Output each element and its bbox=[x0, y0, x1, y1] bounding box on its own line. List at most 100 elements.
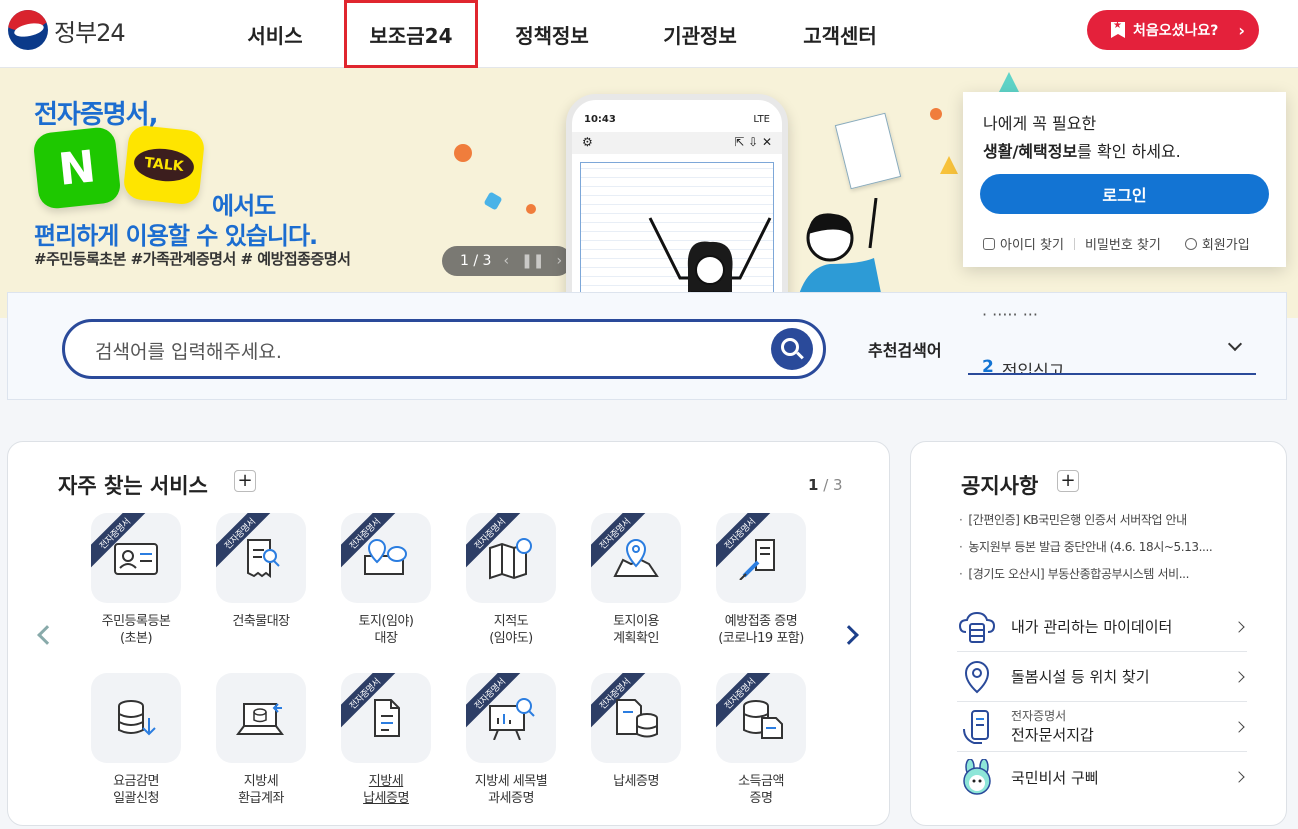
map-compass-icon bbox=[489, 538, 532, 580]
search-section: 검색어를 입력해주세요. 추천검색어 · ····· ··· 2 전입신고 bbox=[7, 292, 1287, 400]
service-tile: 전자증명서 bbox=[591, 513, 681, 603]
service-label: 예방접종 증명 (코로나19 포함) bbox=[718, 614, 804, 646]
floating-certificate-image bbox=[834, 112, 902, 190]
banner-tags: #주민등록초본 #가족관계증명서 # 예방접종증명서 bbox=[34, 250, 351, 268]
notice-item[interactable]: 농지원부 등본 발급 중단안내 (4.6. 18시~5.13.... bbox=[959, 537, 1259, 564]
deco-dot bbox=[454, 144, 472, 162]
phone-status-bar: 10:43 LTE bbox=[584, 114, 770, 125]
nav-agency[interactable]: 기관정보 bbox=[622, 0, 778, 68]
service-income-cert[interactable]: 전자증명서 소득금액 증명 bbox=[701, 673, 821, 807]
banner-pager: 1 / 3 ‹ ❚❚ › bbox=[442, 246, 572, 276]
find-id-link[interactable]: 아이디 찾기 bbox=[983, 234, 1064, 253]
chevron-right-icon bbox=[1233, 771, 1245, 783]
banner-title-3: 편리하게 이용할 수 있습니다. bbox=[34, 222, 318, 250]
quick-link-label: 돌봄시설 등 위치 찾기 bbox=[1011, 668, 1150, 686]
nav-subsidy24[interactable]: 보조금24 bbox=[344, 0, 478, 68]
service-tile: 전자증명서 bbox=[91, 513, 181, 603]
taegeuk-logo-icon bbox=[8, 10, 48, 50]
prev-slide-icon[interactable]: ‹ bbox=[503, 253, 509, 269]
chevron-right-icon bbox=[1233, 670, 1245, 683]
recommended-keyword-roller[interactable]: · ····· ··· 2 전입신고 bbox=[968, 311, 1256, 375]
service-vaccination-cert[interactable]: 전자증명서 예방접종 증명 (코로나19 포함) bbox=[701, 513, 821, 647]
previous-keyword: · ····· ··· bbox=[982, 311, 1038, 324]
quick-link-gubbi[interactable]: 국민비서 구삐 bbox=[957, 752, 1247, 802]
nav-services[interactable]: 서비스 bbox=[210, 0, 340, 68]
service-label: 소득금액 증명 bbox=[738, 774, 784, 806]
laptop-database-icon bbox=[236, 703, 284, 735]
current-keyword[interactable]: 2 전입신고 bbox=[982, 357, 1064, 373]
service-label: 지방세 세목별 과세증명 bbox=[474, 774, 548, 806]
service-land-use-plan[interactable]: 전자증명서 토지이용 계획확인 bbox=[576, 513, 696, 647]
document-search-icon bbox=[247, 539, 280, 578]
service-tile: 전자증명서 bbox=[716, 673, 806, 763]
notice-item[interactable]: [간편인증] KB국민은행 인증서 서버작업 안내 bbox=[959, 510, 1259, 537]
login-button[interactable]: 로그인 bbox=[980, 174, 1269, 214]
site-logo[interactable]: 정부24 bbox=[8, 10, 126, 50]
nav-policy[interactable]: 정책정보 bbox=[482, 0, 622, 68]
service-building-register[interactable]: 전자증명서 건축물대장 bbox=[201, 513, 321, 630]
syringe-document-icon bbox=[739, 539, 775, 580]
quick-link-label: 국민비서 구삐 bbox=[1011, 768, 1099, 787]
login-message-1: 나에게 꼭 필요한 bbox=[983, 114, 1097, 133]
services-prev-arrow-icon[interactable] bbox=[37, 625, 57, 645]
next-slide-icon[interactable]: › bbox=[557, 253, 563, 269]
nav-customer-center[interactable]: 고객센터 bbox=[778, 0, 902, 68]
quick-link-e-wallet[interactable]: 전자증명서 전자문서지갑 bbox=[957, 702, 1247, 752]
chevron-right-icon bbox=[1233, 620, 1245, 633]
deco-dot bbox=[526, 204, 536, 214]
quick-link-care-facility[interactable]: 돌봄시설 등 위치 찾기 bbox=[957, 652, 1247, 702]
quick-links: 내가 관리하는 마이데이터 돌봄시설 등 위치 찾기 전자증명서 전자문서지갑 국… bbox=[957, 602, 1247, 802]
user-icon bbox=[1184, 237, 1197, 250]
services-pagination: 1 / 3 bbox=[808, 476, 843, 494]
service-cadastral-map[interactable]: 전자증명서 지적도 (임야도) bbox=[451, 513, 571, 647]
land-location-icon bbox=[364, 538, 407, 575]
service-tile: 전자증명서 bbox=[716, 513, 806, 603]
service-tile: 전자증명서 bbox=[466, 673, 556, 763]
service-fee-reduction[interactable]: 요금감면 일괄신청 bbox=[76, 673, 196, 807]
service-resident-registration[interactable]: 전자증명서 주민등록등본 (초본) bbox=[76, 513, 196, 647]
cloud-database-icon bbox=[958, 611, 996, 643]
service-local-tax-payment[interactable]: 전자증명서 지방세 납세증명 bbox=[326, 673, 446, 807]
search-icon bbox=[781, 338, 799, 356]
service-tile: 전자증명서 bbox=[591, 673, 681, 763]
site-header: 정부24 서비스 보조금24 정책정보 기관정보 고객센터 처음오셨나요? › bbox=[0, 0, 1298, 68]
service-tile: 전자증명서 bbox=[466, 513, 556, 603]
bookmark-star-icon bbox=[1111, 22, 1125, 38]
service-tax-item-cert[interactable]: 전자증명서 지방세 세목별 과세증명 bbox=[451, 673, 571, 807]
notice-item[interactable]: [경기도 오산시] 부동산종합공부시스템 서비... bbox=[959, 564, 1259, 591]
first-visit-label: 처음오셨나요? bbox=[1133, 23, 1219, 39]
quick-link-mydata[interactable]: 내가 관리하는 마이데이터 bbox=[957, 602, 1247, 652]
search-input[interactable]: 검색어를 입력해주세요. bbox=[62, 319, 826, 379]
phone-toolbar: ⚙ ⇱ ⇩ ✕ bbox=[572, 132, 782, 154]
lock-icon bbox=[983, 237, 995, 250]
document-database-icon bbox=[616, 699, 658, 738]
service-tile: 전자증명서 bbox=[341, 673, 431, 763]
deco-dot bbox=[930, 108, 942, 120]
service-label: 건축물대장 bbox=[232, 614, 290, 629]
talk-label: TALK bbox=[132, 145, 196, 184]
chart-board-search-icon bbox=[489, 698, 535, 740]
first-visit-button[interactable]: 처음오셨나요? › bbox=[1087, 10, 1259, 50]
notice-panel: 공지사항 + [간편인증] KB국민은행 인증서 서버작업 안내 농지원부 등본… bbox=[910, 441, 1287, 826]
pause-icon[interactable]: ❚❚ bbox=[521, 253, 544, 269]
find-password-link[interactable]: 비밀번호 찾기 bbox=[1085, 234, 1161, 253]
service-label: 지적도 (임야도) bbox=[489, 614, 533, 646]
service-label: 지방세 납세증명 bbox=[363, 774, 409, 806]
services-more-button[interactable]: + bbox=[234, 470, 256, 492]
service-label: 납세증명 bbox=[613, 774, 659, 789]
join-link[interactable]: 회원가입 bbox=[1184, 234, 1250, 253]
service-land-register[interactable]: 전자증명서 토지(임야) 대장 bbox=[326, 513, 446, 647]
id-card-icon bbox=[114, 543, 158, 575]
service-tax-payment-cert[interactable]: 전자증명서 납세증명 bbox=[576, 673, 696, 790]
frequent-services-title: 자주 찾는 서비스 bbox=[58, 474, 208, 498]
notice-list: [간편인증] KB국민은행 인증서 서버작업 안내 농지원부 등본 발급 중단안… bbox=[959, 510, 1259, 591]
notice-more-button[interactable]: + bbox=[1057, 470, 1079, 492]
kakaotalk-logo-icon: TALK bbox=[122, 124, 206, 206]
service-local-tax-refund[interactable]: 지방세 환급계좌 bbox=[201, 673, 321, 807]
services-next-arrow-icon[interactable] bbox=[839, 625, 859, 645]
main-nav: 서비스 보조금24 정책정보 기관정보 고객센터 bbox=[210, 0, 902, 68]
deco-dot bbox=[483, 191, 503, 211]
service-label: 지방세 환급계좌 bbox=[238, 774, 284, 806]
service-label: 토지(임야) 대장 bbox=[358, 614, 414, 646]
search-button[interactable] bbox=[771, 328, 813, 370]
